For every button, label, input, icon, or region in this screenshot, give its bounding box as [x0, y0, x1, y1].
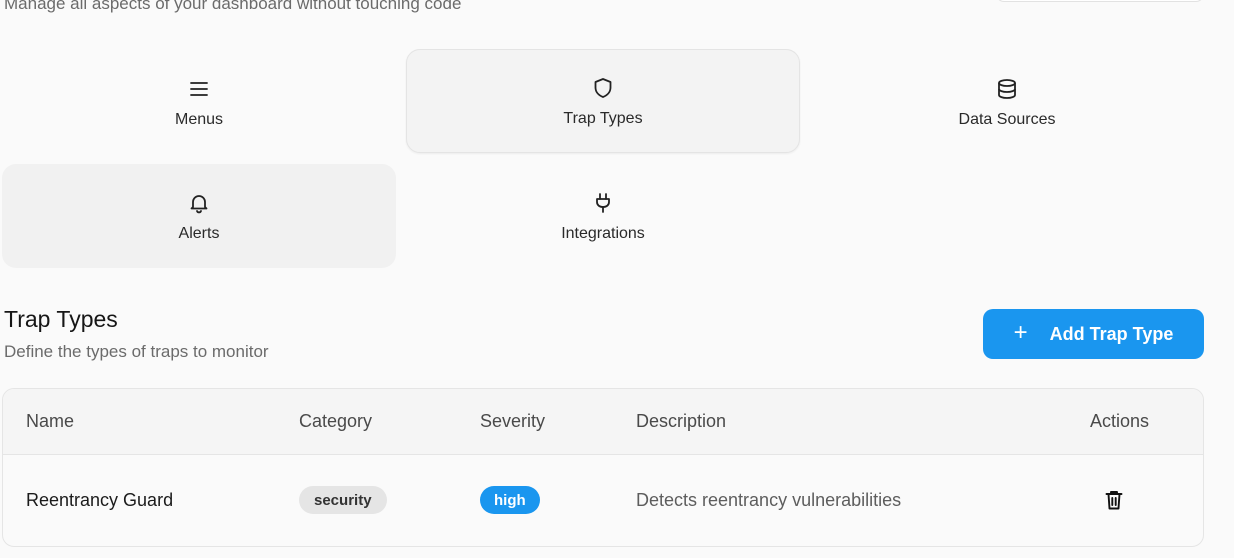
tab-label: Data Sources [958, 111, 1056, 128]
plus-icon: + [1013, 319, 1028, 346]
trap-types-table: Name Category Severity Description Actio… [2, 388, 1204, 547]
plug-icon [591, 191, 615, 215]
menu-icon [187, 77, 211, 101]
trash-icon[interactable] [1104, 489, 1124, 511]
dashboard-settings-page: Manage all aspects of your dashboard wit… [0, 0, 1234, 558]
tab-menus[interactable]: Menus [2, 50, 396, 154]
add-button-label: Add Trap Type [1049, 323, 1174, 344]
category-badge: security [299, 486, 387, 514]
table-row[interactable]: Reentrancy Guard security high Detects r… [3, 455, 1203, 546]
row-description: Detects reentrancy vulnerabilities [636, 490, 902, 510]
shield-icon [591, 76, 615, 100]
tab-trap-types[interactable]: Trap Types [406, 49, 800, 153]
column-header-category[interactable]: Category [299, 411, 372, 432]
severity-badge: high [480, 486, 540, 514]
settings-tabs: Menus Trap Types Data Sources Alerts Int… [0, 0, 1234, 280]
bell-icon [187, 191, 211, 215]
row-name: Reentrancy Guard [26, 490, 174, 510]
table-header: Name Category Severity Description Actio… [3, 389, 1203, 455]
section-title: Trap Types [4, 306, 118, 332]
tab-label: Integrations [561, 225, 645, 242]
section-subtitle: Define the types of traps to monitor [4, 342, 269, 361]
tab-label: Menus [174, 111, 224, 128]
database-icon [995, 77, 1019, 101]
tab-integrations[interactable]: Integrations [406, 164, 800, 268]
column-header-actions: Actions [1090, 411, 1150, 431]
tab-label: Trap Types [563, 110, 643, 127]
tab-data-sources[interactable]: Data Sources [810, 50, 1204, 154]
column-header-description[interactable]: Description [636, 411, 726, 432]
tab-alerts[interactable]: Alerts [2, 164, 396, 268]
column-header-severity[interactable]: Severity [480, 411, 545, 432]
column-header-name[interactable]: Name [26, 411, 74, 432]
tab-label: Alerts [178, 225, 220, 242]
add-trap-type-button[interactable]: + Add Trap Type [983, 309, 1204, 359]
